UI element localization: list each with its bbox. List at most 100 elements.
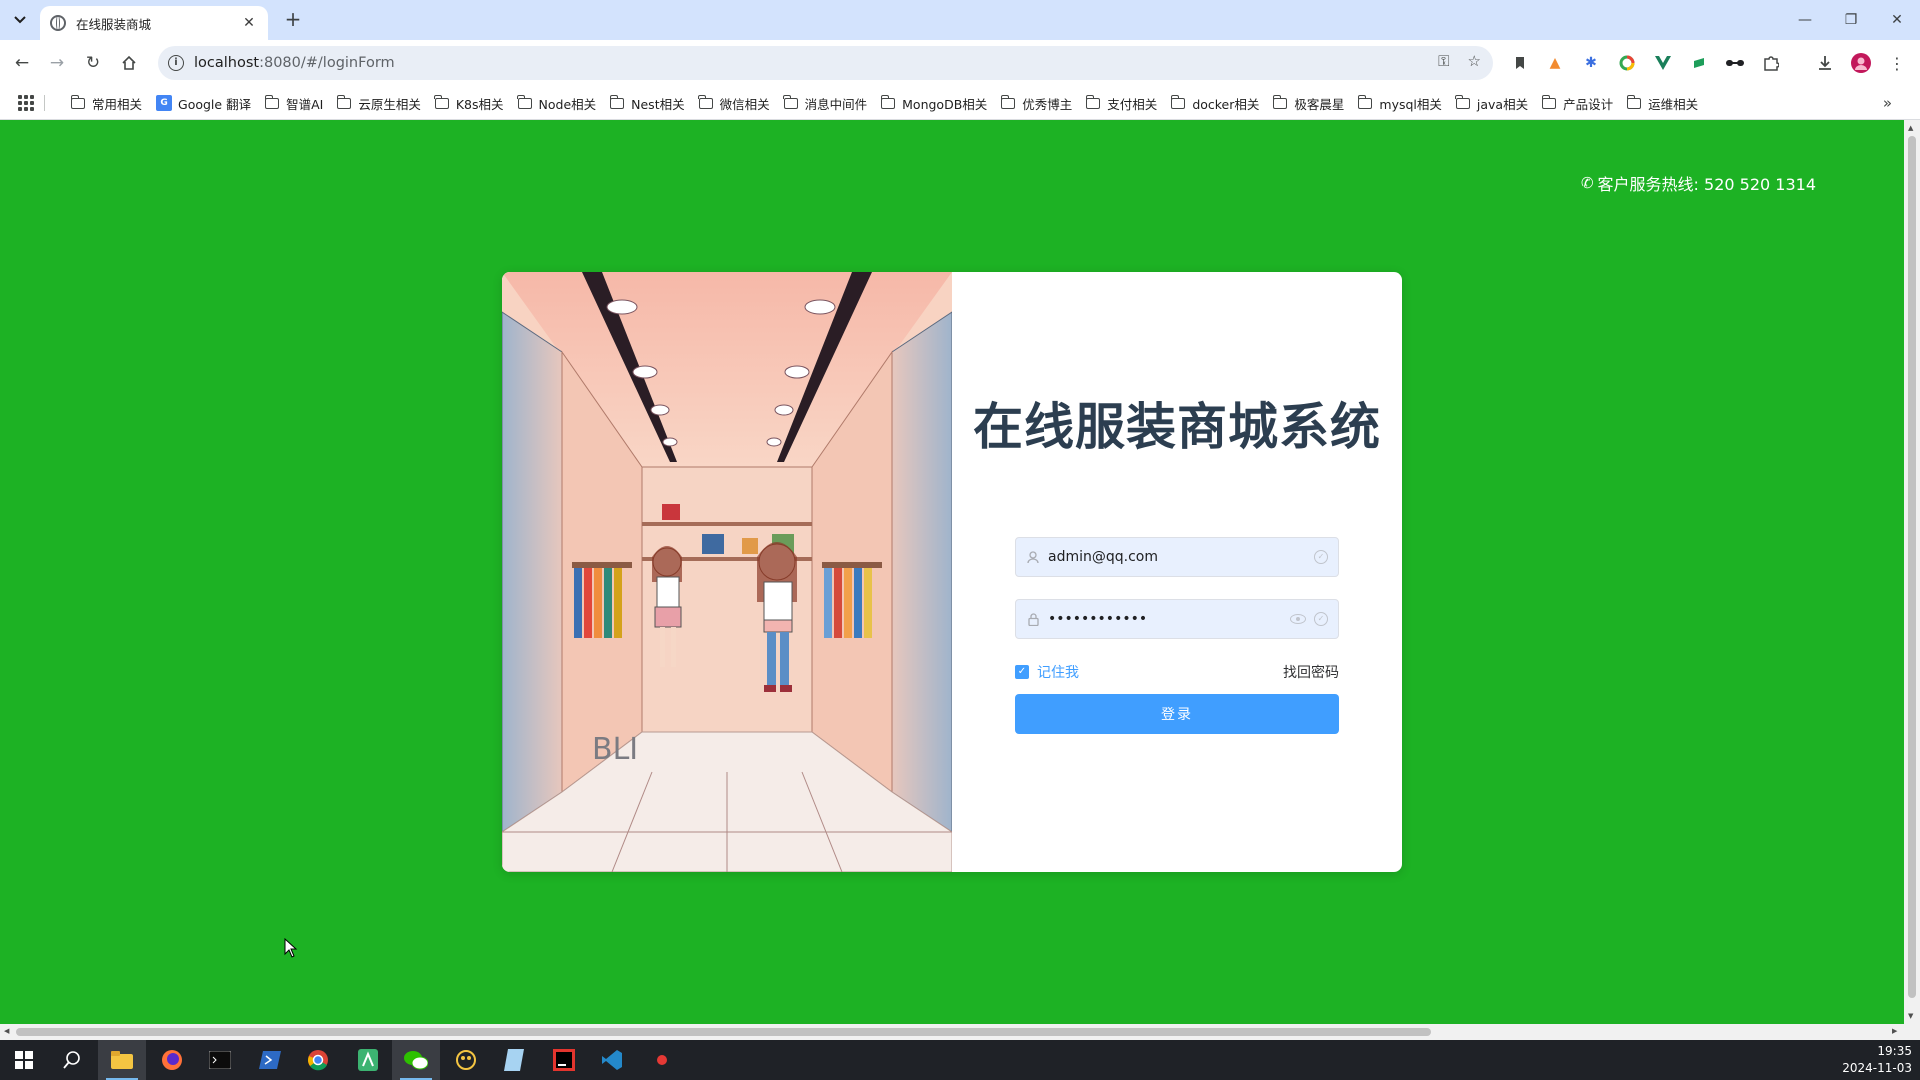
- forgot-password-link[interactable]: 找回密码: [1283, 662, 1339, 682]
- phone-icon: ✆: [1580, 174, 1594, 192]
- checkbox-checked-icon[interactable]: ✓: [1015, 665, 1029, 679]
- bookmark-item[interactable]: Nest相关: [603, 90, 691, 116]
- browser-toolbar: ← → ↻ i localhost:8080/#/loginForm ⚿ ☆ ▲…: [0, 40, 1920, 86]
- extension-ring-icon[interactable]: [1616, 52, 1638, 74]
- bookmark-item[interactable]: G Google 翻译: [149, 90, 258, 116]
- folder-icon: [517, 94, 532, 109]
- terminal-icon[interactable]: [196, 1040, 244, 1080]
- bookmark-item[interactable]: 常用相关: [64, 90, 149, 116]
- bookmark-label: 智谱AI: [286, 96, 324, 112]
- minimize-icon[interactable]: —: [1782, 0, 1828, 40]
- bookmark-item[interactable]: MongoDB相关: [874, 90, 994, 116]
- tab-title: 在线服装商城: [76, 16, 152, 32]
- clear-circle-icon[interactable]: ✓: [1314, 550, 1328, 564]
- window-close-icon[interactable]: ✕: [1874, 0, 1920, 40]
- back-arrow-icon[interactable]: ←: [8, 49, 36, 77]
- horizontal-scrollbar[interactable]: ◀ ▶: [0, 1024, 1904, 1040]
- profile-avatar[interactable]: [1850, 52, 1872, 74]
- globe-icon: [50, 15, 66, 31]
- bookmark-item[interactable]: 极客晨星: [1266, 90, 1351, 116]
- start-icon[interactable]: [0, 1040, 48, 1080]
- remember-me-checkbox[interactable]: ✓ 记住我: [1015, 662, 1079, 682]
- clock-date: 2024-11-03: [1842, 1061, 1912, 1075]
- menu-kebab-icon[interactable]: ⋮: [1886, 52, 1908, 74]
- system-clock[interactable]: 19:35 2024-11-03: [1842, 1043, 1912, 1077]
- bookmark-item[interactable]: 智谱AI: [258, 90, 330, 116]
- jetbrains-icon[interactable]: [540, 1040, 588, 1080]
- tab-search-chevron-icon[interactable]: [8, 8, 32, 32]
- extension-glasses-icon[interactable]: [1724, 52, 1746, 74]
- firefox-icon[interactable]: [148, 1040, 196, 1080]
- vertical-scrollbar[interactable]: ▲ ▼: [1904, 120, 1920, 1024]
- folder-icon: [698, 94, 713, 109]
- username-input[interactable]: [1048, 549, 1302, 565]
- extension-warning-icon[interactable]: ▲: [1544, 52, 1566, 74]
- home-icon[interactable]: [115, 49, 143, 77]
- powershell-icon[interactable]: [246, 1040, 294, 1080]
- extensions-puzzle-icon[interactable]: [1760, 52, 1782, 74]
- password-input[interactable]: [1048, 611, 1282, 627]
- file-explorer-icon[interactable]: [98, 1040, 146, 1080]
- download-icon[interactable]: [1814, 52, 1836, 74]
- bookmark-item[interactable]: docker相关: [1164, 90, 1266, 116]
- reload-icon[interactable]: ↻: [79, 49, 107, 77]
- bookmark-item[interactable]: 产品设计: [1535, 90, 1620, 116]
- address-bar[interactable]: i localhost:8080/#/loginForm ⚿ ☆: [158, 46, 1493, 80]
- bookmark-label: 常用相关: [92, 96, 143, 112]
- bookmark-item[interactable]: K8s相关: [428, 90, 511, 116]
- folder-icon: [264, 94, 280, 109]
- password-field[interactable]: ✓: [1015, 599, 1339, 639]
- bookmark-item[interactable]: Node相关: [511, 90, 604, 116]
- scroll-left-arrow-icon[interactable]: ◀: [4, 1027, 9, 1035]
- dragon-icon[interactable]: [442, 1040, 490, 1080]
- bookmark-item[interactable]: 微信相关: [692, 90, 777, 116]
- remember-me-label[interactable]: 记住我: [1037, 662, 1079, 682]
- search-icon[interactable]: [48, 1040, 96, 1080]
- bookmark-item[interactable]: 优秀博主: [994, 90, 1079, 116]
- tab-close-icon[interactable]: ✕: [240, 14, 258, 32]
- bookmark-star-icon[interactable]: ☆: [1468, 52, 1481, 70]
- restore-icon[interactable]: ❐: [1828, 0, 1874, 40]
- wechat-icon[interactable]: [392, 1040, 440, 1080]
- system-title: 在线服装商城系统: [973, 398, 1381, 456]
- eye-icon[interactable]: [1290, 614, 1306, 624]
- bookmark-label: 极客晨星: [1294, 96, 1345, 112]
- vscode-icon[interactable]: [588, 1040, 636, 1080]
- horizontal-scroll-thumb[interactable]: [16, 1028, 1431, 1036]
- extension-vue-icon[interactable]: [1652, 52, 1674, 74]
- bookmark-item[interactable]: 云原生相关: [330, 90, 428, 116]
- notes-icon[interactable]: [490, 1040, 538, 1080]
- extension-asterisk-icon[interactable]: ✱: [1580, 52, 1602, 74]
- bookmark-item[interactable]: 运维相关: [1620, 90, 1705, 116]
- app-icon[interactable]: [344, 1040, 392, 1080]
- customer-hotline: ✆ 客户服务热线: 520 520 1314: [1581, 171, 1816, 195]
- bookmark-item[interactable]: 消息中间件: [777, 90, 875, 116]
- username-field[interactable]: ✓: [1015, 537, 1339, 577]
- bookmark-label: 产品设计: [1563, 96, 1614, 112]
- bookmark-item[interactable]: mysql相关: [1351, 90, 1449, 116]
- bookmark-label: 云原生相关: [358, 96, 421, 112]
- password-key-icon[interactable]: ⚿: [1438, 52, 1449, 70]
- bookmarks-overflow-chevron-icon[interactable]: »: [1883, 94, 1892, 112]
- site-info-icon[interactable]: i: [168, 55, 184, 71]
- apps-grid-icon[interactable]: [18, 95, 34, 111]
- bookmark-item[interactable]: java相关: [1449, 90, 1535, 116]
- chrome-icon[interactable]: [294, 1040, 342, 1080]
- remember-row: ✓ 记住我 找回密码: [1015, 662, 1339, 682]
- extension-green-flag-icon[interactable]: [1688, 52, 1710, 74]
- scroll-right-arrow-icon[interactable]: ▶: [1892, 1027, 1897, 1035]
- browser-tab-active[interactable]: 在线服装商城 ✕: [40, 6, 268, 40]
- login-button[interactable]: 登录: [1015, 694, 1339, 734]
- mouse-cursor-icon: [284, 938, 298, 958]
- clear-circle-icon[interactable]: ✓: [1314, 612, 1328, 626]
- bookmark-label: K8s相关: [455, 96, 504, 112]
- bookmark-manager-icon[interactable]: [1509, 52, 1531, 74]
- forward-arrow-icon[interactable]: →: [43, 49, 71, 77]
- bookmark-item[interactable]: 支付相关: [1079, 90, 1164, 116]
- scroll-down-arrow-icon[interactable]: ▼: [1908, 1012, 1913, 1020]
- recorder-icon[interactable]: [638, 1040, 686, 1080]
- bookmarks-separator: [44, 95, 45, 111]
- vertical-scroll-thumb[interactable]: [1908, 136, 1916, 998]
- scroll-up-arrow-icon[interactable]: ▲: [1908, 124, 1913, 132]
- new-tab-plus-icon[interactable]: +: [282, 9, 304, 31]
